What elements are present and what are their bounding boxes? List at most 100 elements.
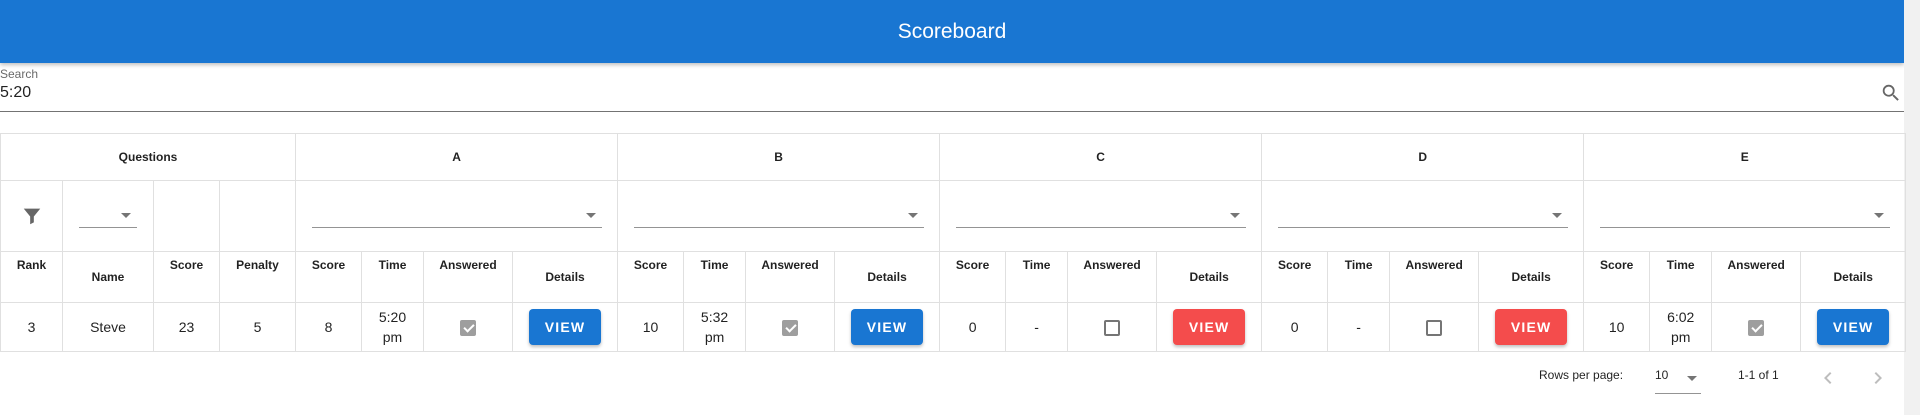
c-time-header: Time	[1005, 251, 1069, 303]
e-answered-cell	[1711, 302, 1802, 352]
view-button-d[interactable]: VIEW	[1495, 309, 1568, 345]
filter-cell	[0, 180, 63, 252]
a-answered-cell	[423, 302, 513, 352]
answered-checkbox[interactable]	[782, 319, 799, 336]
search-field[interactable]: Search	[0, 67, 1904, 112]
problem-filter-a	[294, 180, 619, 252]
chevron-down-icon	[121, 212, 131, 218]
app-bar: Scoreboard	[0, 0, 1904, 63]
problem-header-d: D	[1261, 133, 1585, 181]
c-details-header: Details	[1156, 251, 1263, 303]
view-button-a[interactable]: VIEW	[529, 309, 602, 345]
problem-filter-b	[617, 180, 941, 252]
empty-cell	[219, 180, 296, 252]
problem-filter-e	[1583, 180, 1907, 252]
d-time-cell: -	[1327, 302, 1391, 352]
rows-per-page-label: Rows per page:	[1539, 368, 1624, 382]
table-row: 3 Steve 23 5 8 5:20 pm VIEW 10 5:32 pm V…	[0, 302, 1907, 352]
search-icon[interactable]	[1880, 82, 1902, 104]
chevron-down-icon	[1229, 212, 1240, 218]
e-time-value: 6:02 pm	[1667, 309, 1695, 345]
c-answered-cell	[1067, 302, 1158, 352]
penalty-cell: 5	[219, 302, 296, 352]
d-answered-header: Answered	[1389, 251, 1480, 303]
b-answered-cell	[745, 302, 836, 352]
b-time-value: 5:32 pm	[700, 309, 729, 345]
name-header: Name	[62, 251, 154, 303]
chevron-right-icon[interactable]	[1866, 366, 1890, 390]
rows-per-page-select[interactable]: 10	[1655, 368, 1701, 394]
problem-header-row: Questions A B C D E	[0, 133, 1907, 181]
name-cell: Steve	[62, 302, 154, 352]
chevron-down-icon	[1873, 212, 1884, 218]
questions-header: Questions	[0, 133, 296, 181]
d-answered-cell	[1389, 302, 1480, 352]
score-header: Score	[153, 251, 220, 303]
d-details-cell: VIEW	[1478, 302, 1585, 352]
view-button-b[interactable]: VIEW	[851, 309, 924, 345]
b-score-cell: 10	[617, 302, 685, 352]
problem-filter-d	[1261, 180, 1585, 252]
chevron-down-icon	[585, 212, 596, 218]
penalty-header: Penalty	[219, 251, 296, 303]
empty-cell	[153, 180, 220, 252]
filter-select-e[interactable]	[1599, 205, 1890, 228]
search-label: Search	[0, 67, 39, 81]
a-details-cell: VIEW	[511, 302, 619, 352]
view-button-c[interactable]: VIEW	[1173, 309, 1246, 345]
filter-icon[interactable]	[21, 205, 43, 227]
b-details-cell: VIEW	[834, 302, 941, 352]
d-score-header: Score	[1261, 251, 1329, 303]
e-details-cell: VIEW	[1800, 302, 1907, 352]
c-answered-header: Answered	[1067, 251, 1158, 303]
a-details-header: Details	[511, 251, 619, 303]
chevron-down-icon	[1687, 376, 1697, 381]
b-score-header: Score	[617, 251, 685, 303]
c-time-cell: -	[1005, 302, 1069, 352]
answered-checkbox[interactable]	[460, 319, 476, 336]
search-input[interactable]	[0, 81, 1870, 105]
problem-filter-c	[939, 180, 1263, 252]
filter-select-b[interactable]	[633, 205, 924, 228]
scoreboard-table: Questions A B C D E Rank Name Score Pena…	[0, 133, 1907, 352]
a-time-header: Time	[361, 251, 424, 303]
c-score-cell: 0	[939, 302, 1007, 352]
e-time-header: Time	[1649, 251, 1713, 303]
filter-select-a[interactable]	[311, 205, 602, 228]
filter-select-c[interactable]	[955, 205, 1246, 228]
e-time-cell: 6:02 pm	[1649, 302, 1713, 352]
b-details-header: Details	[834, 251, 941, 303]
a-time-value: 5:20 pm	[378, 309, 407, 345]
search-underline	[0, 111, 1904, 112]
c-score-header: Score	[939, 251, 1007, 303]
pagination-range: 1-1 of 1	[1738, 368, 1779, 382]
column-header-row: Rank Name Score Penalty Score Time Answe…	[0, 251, 1907, 303]
b-time-cell: 5:32 pm	[683, 302, 747, 352]
rank-header: Rank	[0, 251, 63, 303]
b-time-header: Time	[683, 251, 747, 303]
filter-select-d[interactable]	[1277, 205, 1568, 228]
c-details-cell: VIEW	[1156, 302, 1263, 352]
a-score-header: Score	[295, 251, 362, 303]
rows-per-page-value: 10	[1655, 368, 1669, 382]
problem-header-a: A	[294, 133, 619, 181]
e-details-header: Details	[1800, 251, 1907, 303]
problem-header-b: B	[617, 133, 941, 181]
view-button-e[interactable]: VIEW	[1817, 309, 1890, 345]
answered-checkbox[interactable]	[1104, 319, 1121, 336]
chevron-left-icon[interactable]	[1816, 366, 1840, 390]
e-score-header: Score	[1583, 251, 1651, 303]
page-scrollbar[interactable]	[1904, 0, 1920, 415]
page-title: Scoreboard	[897, 19, 1007, 43]
b-answered-header: Answered	[745, 251, 836, 303]
answered-checkbox[interactable]	[1426, 319, 1443, 336]
chevron-down-icon	[907, 212, 918, 218]
a-time-cell: 5:20 pm	[361, 302, 424, 352]
d-time-header: Time	[1327, 251, 1391, 303]
answered-checkbox[interactable]	[1748, 319, 1765, 336]
a-score-cell: 8	[295, 302, 362, 352]
name-filter-select[interactable]	[79, 205, 137, 228]
problem-header-c: C	[939, 133, 1263, 181]
chevron-down-icon	[1551, 212, 1562, 218]
d-score-cell: 0	[1261, 302, 1329, 352]
